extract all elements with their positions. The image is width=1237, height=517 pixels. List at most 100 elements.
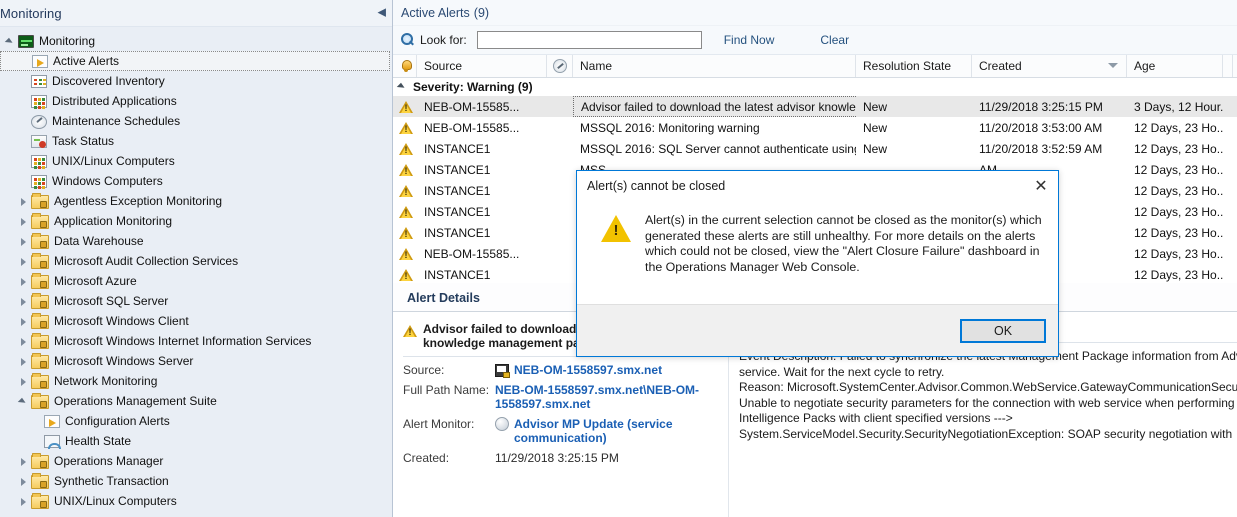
sidebar-item-agentless-exception-monitoring[interactable]: Agentless Exception Monitoring <box>0 191 392 211</box>
chevron-right-icon[interactable] <box>17 275 30 288</box>
chevron-right-icon[interactable] <box>17 335 30 348</box>
cell-maintenance <box>547 243 573 264</box>
chevron-right-icon[interactable] <box>17 195 30 208</box>
chevron-down-icon[interactable] <box>397 81 409 93</box>
column-header-created[interactable]: Created <box>972 55 1127 77</box>
sidebar-item-unix-linux-computers[interactable]: UNIX/Linux Computers <box>0 151 392 171</box>
cell-age: 12 Days, 23 Ho... <box>1127 180 1223 201</box>
group-header-label: Severity: Warning (9) <box>413 80 533 94</box>
cell-age: 12 Days, 23 Ho... <box>1127 201 1223 222</box>
column-header-spacer[interactable] <box>1223 55 1233 77</box>
chevron-left-icon[interactable]: ◀ <box>378 7 386 19</box>
server-icon <box>495 364 510 378</box>
find-now-button[interactable]: Find Now <box>724 33 775 47</box>
alert-cannot-be-closed-dialog: Alert(s) cannot be closed ✕ Alert(s) in … <box>576 170 1059 357</box>
column-header-name[interactable]: Name <box>573 55 856 77</box>
sidebar-item-microsoft-windows-server[interactable]: Microsoft Windows Server <box>0 351 392 371</box>
detail-field-value[interactable]: NEB-OM-1558597.smx.net\NEB-OM-1558597.sm… <box>495 383 728 411</box>
column-header-label: Created <box>979 59 1022 73</box>
chevron-down-icon[interactable] <box>17 395 30 408</box>
table-row[interactable]: NEB-OM-15585... MSSQL 2016: Monitoring wa… <box>393 117 1237 138</box>
sidebar-item-label: Microsoft Windows Client <box>54 314 189 328</box>
close-icon[interactable]: ✕ <box>1024 172 1058 201</box>
sidebar-item-microsoft-azure[interactable]: Microsoft Azure <box>0 271 392 291</box>
warning-triangle-icon <box>399 121 413 135</box>
column-header-source[interactable]: Source <box>417 55 547 77</box>
cell-maintenance <box>547 201 573 222</box>
sidebar-item-unix-linux-computers[interactable]: UNIX/Linux Computers <box>0 491 392 511</box>
table-row[interactable]: NEB-OM-15585... Advisor failed to downloa… <box>393 96 1237 117</box>
cell-text: 12 Days, 23 Ho... <box>1134 267 1223 282</box>
cell-age: 12 Days, 23 Ho... <box>1127 159 1223 180</box>
tab-alert-details[interactable]: Alert Details <box>393 284 494 311</box>
chevron-right-icon[interactable] <box>17 375 30 388</box>
chevron-right-icon[interactable] <box>17 295 30 308</box>
sidebar-item-discovered-inventory[interactable]: Discovered Inventory <box>0 71 392 91</box>
sidebar-item-microsoft-windows-client[interactable]: Microsoft Windows Client <box>0 311 392 331</box>
folder-icon <box>31 333 49 349</box>
sidebar-item-label: UNIX/Linux Computers <box>52 154 175 168</box>
monitor-icon <box>18 35 34 48</box>
ok-button[interactable]: OK <box>960 318 1046 343</box>
sidebar-item-operations-manager[interactable]: Operations Manager <box>0 451 392 471</box>
search-input[interactable] <box>476 31 702 49</box>
column-header-maintenance-wrench-icon[interactable] <box>547 55 573 77</box>
sidebar-item-health-state[interactable]: Health State <box>0 431 392 451</box>
detail-field-label: Alert Monitor: <box>403 417 475 431</box>
chevron-right-icon[interactable] <box>17 455 30 468</box>
cell-resolution: New <box>856 117 972 138</box>
sidebar-item-microsoft-windows-internet-information-services[interactable]: Microsoft Windows Internet Information S… <box>0 331 392 351</box>
sidebar-item-monitoring[interactable]: Monitoring <box>0 31 392 51</box>
description-line: service. Wait for the next cycle to retr… <box>739 364 945 379</box>
group-header-row[interactable]: Severity: Warning (9) <box>393 78 1237 96</box>
sidebar-item-label: Health State <box>65 434 132 448</box>
table-row[interactable]: INSTANCE1 MSSQL 2016: SQL Server cannot a… <box>393 138 1237 159</box>
sidebar-item-microsoft-audit-collection-services[interactable]: Microsoft Audit Collection Services <box>0 251 392 271</box>
cell-created: 11/20/2018 3:52:59 AM <box>972 138 1127 159</box>
sidebar-item-application-monitoring[interactable]: Application Monitoring <box>0 211 392 231</box>
sidebar-item-network-monitoring[interactable]: Network Monitoring <box>0 371 392 391</box>
clear-button[interactable]: Clear <box>820 33 849 47</box>
sidebar-item-microsoft-sql-server[interactable]: Microsoft SQL Server <box>0 291 392 311</box>
column-header-resolution-state[interactable]: Resolution State <box>856 55 972 77</box>
sidebar-item-active-alerts[interactable]: Active Alerts <box>0 51 390 71</box>
sidebar-item-data-warehouse[interactable]: Data Warehouse <box>0 231 392 251</box>
sidebar-item-configuration-alerts[interactable]: Configuration Alerts <box>0 411 392 431</box>
chevron-right-icon[interactable] <box>17 355 30 368</box>
cell-text: 12 Days, 23 Ho... <box>1134 120 1223 135</box>
chevron-right-icon[interactable] <box>17 255 30 268</box>
cell-text: INSTANCE1 <box>424 183 491 198</box>
grid3-icon <box>31 155 47 168</box>
sidebar-item-operations-management-suite[interactable]: Operations Management Suite <box>0 391 392 411</box>
chevron-right-icon[interactable] <box>17 215 30 228</box>
column-header-bell-icon[interactable] <box>393 55 417 77</box>
description-line: System.ServiceModel.Security.SecurityNeg… <box>739 426 1233 441</box>
chevron-right-icon[interactable] <box>17 235 30 248</box>
chevron-right-icon[interactable] <box>17 475 30 488</box>
folder-icon <box>31 373 49 389</box>
sidebar-item-maintenance-schedules[interactable]: Maintenance Schedules <box>0 111 392 131</box>
column-header-label: Resolution State <box>863 59 952 73</box>
detail-field-value[interactable]: Advisor MP Update (service communication… <box>514 417 728 445</box>
page-title-text: Active Alerts <box>401 5 470 20</box>
chevron-right-icon[interactable] <box>17 495 30 508</box>
sort-descending-icon <box>1108 63 1118 68</box>
cell-resolution: New <box>856 138 972 159</box>
sidebar-item-distributed-applications[interactable]: Distributed Applications <box>0 91 392 111</box>
find-toolbar: Look for: Find Now Clear <box>393 26 1237 55</box>
sidebar-item-task-status[interactable]: Task Status <box>0 131 392 151</box>
cell-text: Advisor failed to download the latest ad… <box>581 99 856 114</box>
cell-text: 3 Days, 12 Hour... <box>1134 99 1223 114</box>
detail-field-value[interactable]: NEB-OM-1558597.smx.net <box>514 363 662 377</box>
sidebar-item-label: UNIX/Linux Computers <box>54 494 177 508</box>
chevron-down-icon[interactable] <box>4 35 17 48</box>
chevron-right-icon[interactable] <box>17 315 30 328</box>
detail-field-label: Source: <box>403 363 445 377</box>
sidebar-item-synthetic-transaction[interactable]: Synthetic Transaction <box>0 471 392 491</box>
cell-maintenance <box>547 222 573 243</box>
detail-field-value: 11/29/2018 3:25:15 PM <box>495 451 619 465</box>
sidebar-item-windows-computers[interactable]: Windows Computers <box>0 171 392 191</box>
warning-triangle-icon <box>399 100 413 114</box>
row-severity-cell <box>393 96 417 117</box>
column-header-age[interactable]: Age <box>1127 55 1223 77</box>
